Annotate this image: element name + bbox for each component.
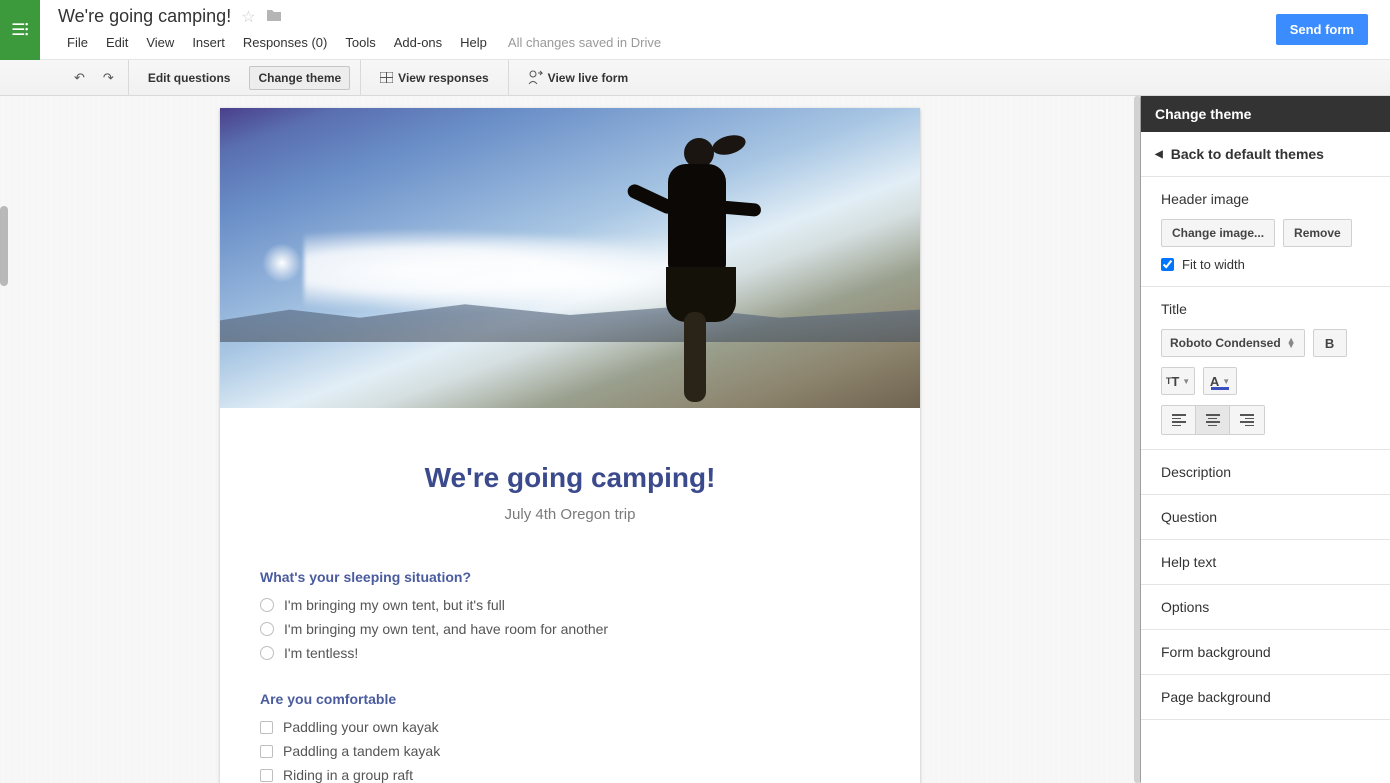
back-to-themes[interactable]: ◀ Back to default themes xyxy=(1141,132,1390,177)
fit-to-width-checkbox[interactable]: Fit to width xyxy=(1161,257,1370,272)
redo-icon[interactable]: ↷ xyxy=(99,68,118,88)
checkbox-icon xyxy=(260,769,273,782)
panel-row-page-background[interactable]: Page background xyxy=(1141,675,1390,720)
option-label: Paddling your own kayak xyxy=(283,719,439,735)
question-title: What's your sleeping situation? xyxy=(260,569,880,585)
checkbox-input[interactable] xyxy=(1161,258,1174,271)
fit-label: Fit to width xyxy=(1182,257,1245,272)
menu-bar: File Edit View Insert Responses (0) Tool… xyxy=(58,31,1276,54)
option-label: I'm bringing my own tent, and have room … xyxy=(284,621,608,637)
view-responses-label: View responses xyxy=(398,71,489,85)
chevron-down-icon: ▼ xyxy=(1182,377,1190,386)
header-image[interactable] xyxy=(220,108,920,408)
section-label: Header image xyxy=(1161,191,1370,207)
panel-row-options[interactable]: Options xyxy=(1141,585,1390,630)
checkbox-icon xyxy=(260,745,273,758)
document-title[interactable]: We're going camping! xyxy=(58,6,231,27)
option-label: Paddling a tandem kayak xyxy=(283,743,440,759)
menu-responses[interactable]: Responses (0) xyxy=(234,31,337,54)
question-block[interactable]: Are you comfortable Paddling your own ka… xyxy=(260,691,880,783)
panel-scrollbar[interactable] xyxy=(1134,96,1141,783)
menu-tools[interactable]: Tools xyxy=(336,31,384,54)
menu-view[interactable]: View xyxy=(137,31,183,54)
radio-icon xyxy=(260,622,274,636)
undo-icon[interactable]: ↶ xyxy=(70,68,89,88)
menu-file[interactable]: File xyxy=(58,31,97,54)
chevron-left-icon: ◀ xyxy=(1155,149,1163,160)
option-label: I'm tentless! xyxy=(284,645,358,661)
panel-row-description[interactable]: Description xyxy=(1141,450,1390,495)
remove-image-button[interactable]: Remove xyxy=(1283,219,1352,247)
edit-questions-button[interactable]: Edit questions xyxy=(139,66,240,90)
radio-option[interactable]: I'm bringing my own tent, but it's full xyxy=(260,597,880,613)
align-right-button[interactable] xyxy=(1230,406,1264,434)
view-responses-button[interactable]: View responses xyxy=(371,66,498,90)
title-section: Title Roboto Condensed ▲▼ B TT▼ A ▼ xyxy=(1141,287,1390,450)
align-center-icon xyxy=(1206,414,1220,426)
panel-row-form-background[interactable]: Form background xyxy=(1141,630,1390,675)
menu-help[interactable]: Help xyxy=(451,31,496,54)
font-family-select[interactable]: Roboto Condensed ▲▼ xyxy=(1161,329,1305,357)
view-live-form-button[interactable]: View live form xyxy=(519,65,637,90)
question-title: Are you comfortable xyxy=(260,691,880,707)
toolbar: ↶ ↷ Edit questions Change theme View res… xyxy=(0,60,1390,96)
menu-addons[interactable]: Add-ons xyxy=(385,31,451,54)
send-form-button[interactable]: Send form xyxy=(1276,14,1368,45)
form-canvas[interactable]: We're going camping! July 4th Oregon tri… xyxy=(0,96,1140,783)
panel-row-question[interactable]: Question xyxy=(1141,495,1390,540)
text-size-button[interactable]: TT▼ xyxy=(1161,367,1195,395)
grid-icon xyxy=(380,72,393,83)
question-block[interactable]: What's your sleeping situation? I'm brin… xyxy=(260,569,880,661)
checkbox-option[interactable]: Riding in a group raft xyxy=(260,767,880,783)
view-live-label: View live form xyxy=(548,71,628,85)
option-label: Riding in a group raft xyxy=(283,767,413,783)
form-title[interactable]: We're going camping! xyxy=(260,462,880,494)
radio-option[interactable]: I'm bringing my own tent, and have room … xyxy=(260,621,880,637)
chevron-down-icon: ▼ xyxy=(1222,377,1230,386)
align-group xyxy=(1161,405,1265,435)
radio-option[interactable]: I'm tentless! xyxy=(260,645,880,661)
change-theme-button[interactable]: Change theme xyxy=(249,66,350,90)
app-logo[interactable] xyxy=(0,0,40,60)
color-swatch xyxy=(1211,387,1229,390)
align-left-icon xyxy=(1172,414,1186,426)
align-left-button[interactable] xyxy=(1162,406,1196,434)
form-card: We're going camping! July 4th Oregon tri… xyxy=(220,108,920,783)
radio-icon xyxy=(260,598,274,612)
form-icon xyxy=(10,20,30,40)
checkbox-option[interactable]: Paddling a tandem kayak xyxy=(260,743,880,759)
back-label: Back to default themes xyxy=(1171,146,1324,162)
theme-panel: Change theme ◀ Back to default themes He… xyxy=(1140,96,1390,783)
header-image-section: Header image Change image... Remove Fit … xyxy=(1141,177,1390,287)
save-status: All changes saved in Drive xyxy=(508,35,661,50)
form-subtitle[interactable]: July 4th Oregon trip xyxy=(260,506,880,523)
bold-button[interactable]: B xyxy=(1313,329,1347,357)
panel-header: Change theme xyxy=(1141,96,1390,132)
person-arrow-icon xyxy=(528,70,543,85)
align-right-icon xyxy=(1240,414,1254,426)
font-name: Roboto Condensed xyxy=(1170,336,1281,350)
folder-icon[interactable] xyxy=(266,8,282,25)
section-label: Title xyxy=(1161,301,1370,317)
checkbox-option[interactable]: Paddling your own kayak xyxy=(260,719,880,735)
text-color-button[interactable]: A ▼ xyxy=(1203,367,1237,395)
panel-row-help-text[interactable]: Help text xyxy=(1141,540,1390,585)
updown-icon: ▲▼ xyxy=(1287,338,1296,348)
align-center-button[interactable] xyxy=(1196,406,1230,434)
menu-edit[interactable]: Edit xyxy=(97,31,137,54)
scrollbar[interactable] xyxy=(0,206,8,286)
star-icon[interactable]: ☆ xyxy=(241,7,255,27)
radio-icon xyxy=(260,646,274,660)
option-label: I'm bringing my own tent, but it's full xyxy=(284,597,505,613)
change-image-button[interactable]: Change image... xyxy=(1161,219,1275,247)
menu-insert[interactable]: Insert xyxy=(183,31,234,54)
checkbox-icon xyxy=(260,721,273,734)
